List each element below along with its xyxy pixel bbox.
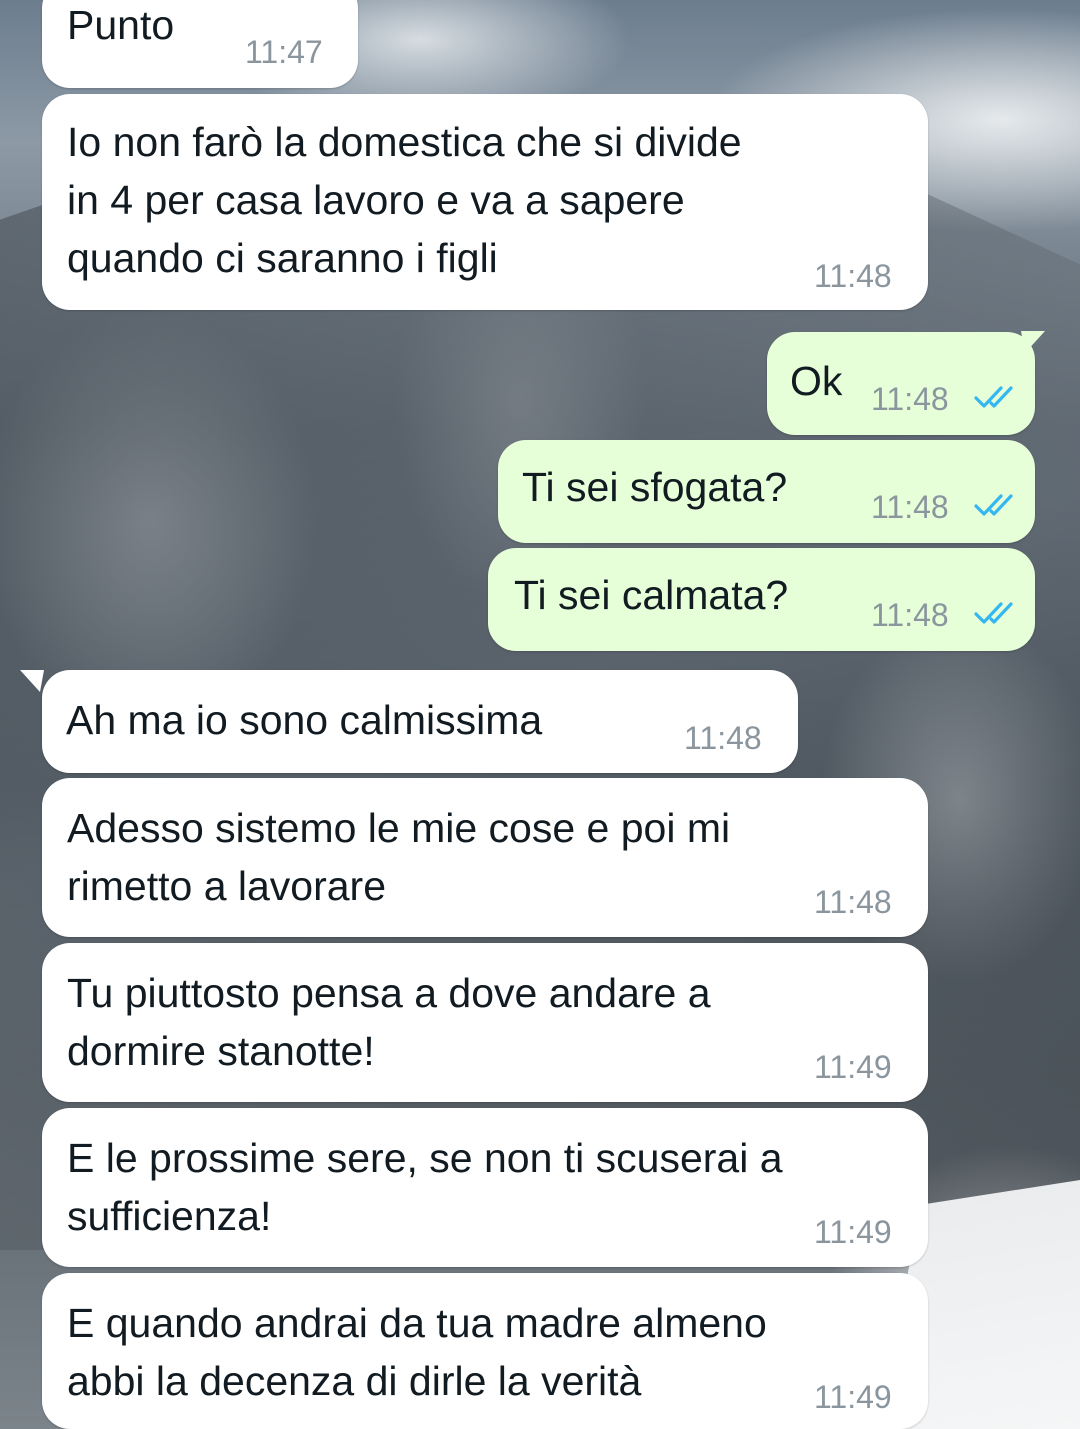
- outgoing-message[interactable]: Ti sei calmata? 11:48: [488, 548, 1035, 651]
- message-text: E le prossime sere, se non ti scuserai a…: [67, 1135, 783, 1239]
- message-time: 11:47: [245, 34, 323, 70]
- message-text: E quando andrai da tua madre almeno abbi…: [67, 1300, 767, 1404]
- message-text: Punto: [67, 2, 175, 48]
- message-time: 11:48: [814, 884, 892, 920]
- message-time: 11:48: [684, 720, 762, 756]
- message-time: 11:49: [814, 1214, 892, 1250]
- incoming-message[interactable]: Punto 11:47: [42, 0, 358, 88]
- message-text: Ti sei sfogata?: [522, 464, 788, 510]
- incoming-message[interactable]: Io non farò la domestica che si divide i…: [42, 94, 928, 310]
- incoming-message[interactable]: E quando andrai da tua madre almeno abbi…: [42, 1273, 928, 1429]
- message-time: 11:49: [814, 1379, 892, 1415]
- message-time: 11:49: [814, 1049, 892, 1085]
- bubble-tail: [20, 670, 44, 692]
- message-time: 11:48: [871, 489, 949, 525]
- double-check-icon: [974, 386, 1013, 408]
- message-text: Tu piuttosto pensa a dove andare a dormi…: [67, 970, 711, 1074]
- double-check-icon: [974, 494, 1013, 516]
- bubble-tail: [1021, 331, 1045, 353]
- message-text: Ti sei calmata?: [514, 572, 789, 618]
- incoming-message[interactable]: Tu piuttosto pensa a dove andare a dormi…: [42, 943, 928, 1102]
- incoming-message[interactable]: E le prossime sere, se non ti scuserai a…: [42, 1108, 928, 1267]
- message-text: Adesso sistemo le mie cose e poi mi rime…: [67, 805, 731, 909]
- message-text: Ok: [790, 358, 843, 404]
- message-time: 11:48: [871, 597, 949, 633]
- incoming-message[interactable]: Adesso sistemo le mie cose e poi mi rime…: [42, 778, 928, 937]
- outgoing-message[interactable]: Ti sei sfogata? 11:48: [498, 440, 1035, 543]
- outgoing-message[interactable]: Ok 11:48: [767, 331, 1045, 435]
- message-time: 11:48: [871, 381, 949, 417]
- message-text: Ah ma io sono calmissima: [66, 697, 543, 743]
- message-list[interactable]: Punto 11:47 Io non farò la domestica che…: [0, 0, 1080, 1429]
- message-time: 11:48: [814, 258, 892, 294]
- double-check-icon: [974, 602, 1013, 624]
- incoming-message[interactable]: Ah ma io sono calmissima 11:48: [20, 670, 798, 773]
- message-text: Io non farò la domestica che si divide i…: [67, 119, 742, 281]
